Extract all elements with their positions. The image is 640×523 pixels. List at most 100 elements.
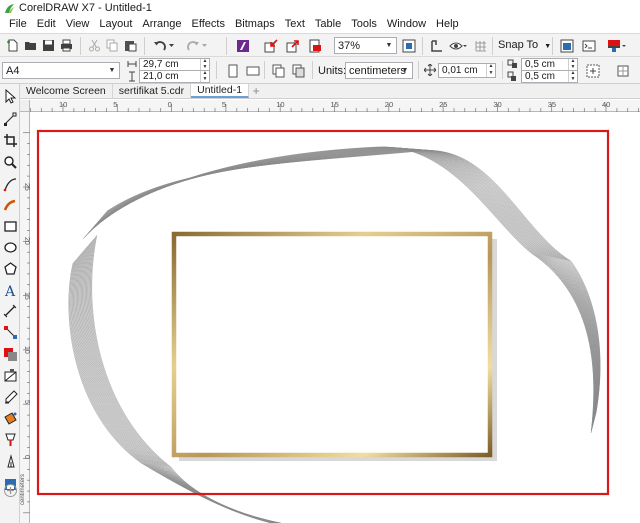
units-label: Units:: [318, 65, 347, 77]
artistic-media-icon[interactable]: [2, 197, 18, 213]
export-icon[interactable]: [284, 37, 301, 54]
duplicate-x-value: 0,5 cm: [525, 59, 556, 70]
pick-tool-icon[interactable]: [2, 88, 18, 104]
undo-icon[interactable]: [152, 37, 176, 54]
transparency-icon[interactable]: [2, 367, 18, 383]
nudge-field[interactable]: 0,01 cm ▲ ▼: [438, 63, 496, 78]
vertical-ruler[interactable]: 2520151050centimeters: [20, 112, 30, 523]
all-pages-icon[interactable]: [270, 62, 287, 79]
drop-shadow-icon[interactable]: [2, 346, 18, 362]
zoom-tool-icon[interactable]: [2, 154, 18, 170]
page-grid-icon[interactable]: [614, 62, 631, 79]
ruler-origin[interactable]: [20, 100, 30, 112]
menu-arrange[interactable]: Arrange: [137, 18, 186, 30]
page-size-value: A4: [6, 64, 20, 77]
property-bar: A4 ▼ 29,7 cm ▲ ▼ 21,0 cm ▲ ▼ Units: centim…: [0, 57, 640, 84]
menu-layout[interactable]: Layout: [94, 18, 137, 30]
nudge-spinner[interactable]: ▲ ▼: [486, 64, 495, 77]
interactive-fill-icon[interactable]: [2, 410, 18, 426]
shape-tool-icon[interactable]: [2, 111, 18, 127]
add-document-icon[interactable]: +: [249, 84, 263, 98]
standard-toolbar: 37% ▼ Snap To ▼: [0, 33, 640, 57]
redo-icon[interactable]: [186, 37, 210, 54]
menu-text[interactable]: Text: [280, 18, 310, 30]
smart-fill-icon[interactable]: [2, 431, 18, 447]
import-icon[interactable]: [262, 37, 279, 54]
connector-tool-icon[interactable]: [2, 324, 18, 340]
page-width-spinner[interactable]: ▲ ▼: [200, 59, 209, 70]
menu-window[interactable]: Window: [382, 18, 431, 30]
zoom-level-combo[interactable]: 37% ▼: [334, 37, 397, 54]
snap-to-label: Snap To: [498, 39, 539, 51]
menu-effects[interactable]: Effects: [187, 18, 230, 30]
units-combo[interactable]: centimeters ▼: [345, 62, 413, 79]
eyedropper-icon[interactable]: [2, 389, 18, 405]
document-tabs: Welcome Screen sertifikat 5.cdr Untitled…: [20, 84, 640, 99]
ellipse-tool-icon[interactable]: [2, 239, 18, 255]
text-tool-icon[interactable]: A: [2, 282, 18, 298]
duplicate-y-field[interactable]: 0,5 cm ▲ ▼: [521, 70, 578, 83]
print-icon[interactable]: [58, 37, 75, 54]
tab-sertifikat-5[interactable]: sertifikat 5.cdr: [113, 84, 192, 98]
landscape-icon[interactable]: [244, 62, 261, 79]
menu-file[interactable]: File: [4, 18, 32, 30]
menu-bitmaps[interactable]: Bitmaps: [230, 18, 280, 30]
page-height-icon: [129, 71, 135, 82]
zoom-level-icon[interactable]: [400, 37, 417, 54]
current-page-icon[interactable]: [290, 62, 307, 79]
duplicate-y-spinner[interactable]: ▲ ▼: [568, 71, 577, 82]
menu-help[interactable]: Help: [431, 18, 464, 30]
menu-table[interactable]: Table: [310, 18, 346, 30]
svg-text:A: A: [4, 284, 16, 298]
certificate-frame[interactable]: [171, 231, 493, 458]
polygon-tool-icon[interactable]: [2, 260, 18, 276]
options-app-icon[interactable]: [580, 37, 597, 54]
menu-view[interactable]: View: [61, 18, 95, 30]
drawing-canvas[interactable]: [31, 113, 640, 523]
cut-icon[interactable]: [86, 37, 103, 54]
coreldraw-logo-icon: [5, 3, 14, 13]
launch-icon[interactable]: [606, 37, 628, 54]
tab-welcome-screen[interactable]: Welcome Screen: [20, 84, 113, 98]
duplicate-x-spinner[interactable]: ▲ ▼: [568, 59, 577, 70]
full-screen-icon[interactable]: [428, 37, 445, 54]
options-icon[interactable]: [558, 37, 575, 54]
ruler-v-ticks: [23, 132, 30, 514]
menu-tools[interactable]: Tools: [346, 18, 382, 30]
page-height-value: 21,0 cm: [143, 71, 179, 82]
window-title: CorelDRAW X7 - Untitled-1: [19, 2, 152, 14]
page-height-field[interactable]: 21,0 cm ▲ ▼: [139, 70, 210, 83]
chevron-down-icon: ▼: [385, 42, 393, 49]
portrait-icon[interactable]: [224, 62, 241, 79]
duplicate-x-icon: [507, 59, 517, 68]
corel-connect-icon[interactable]: [234, 37, 251, 54]
menu-edit[interactable]: Edit: [32, 18, 61, 30]
menu-bar: File Edit View Layout Arrange Effects Bitmaps T…: [0, 16, 640, 32]
page-height-spinner[interactable]: ▲ ▼: [200, 71, 209, 82]
chevron-down-icon: ▼: [401, 67, 409, 74]
artwork: [36, 129, 610, 523]
ruler-h-ticks: [30, 104, 639, 112]
crop-tool-icon[interactable]: [2, 132, 18, 148]
page-width-value: 29,7 cm: [143, 59, 179, 70]
show-grid-icon[interactable]: [472, 37, 489, 54]
outline-pen-icon[interactable]: [2, 453, 18, 469]
open-icon[interactable]: [22, 37, 39, 54]
page-options-icon[interactable]: [584, 62, 601, 79]
show-rulers-icon[interactable]: [448, 37, 468, 54]
paste-icon[interactable]: [122, 37, 139, 54]
add-tool-icon[interactable]: [2, 482, 18, 498]
copy-icon[interactable]: [104, 37, 121, 54]
tab-untitled-1[interactable]: Untitled-1: [191, 84, 250, 98]
save-icon[interactable]: [40, 37, 57, 54]
publish-pdf-icon[interactable]: [306, 37, 323, 54]
snap-to-button[interactable]: Snap To ▼: [498, 39, 551, 51]
rectangle-tool-icon[interactable]: [2, 218, 18, 234]
new-icon[interactable]: [4, 37, 21, 54]
horizontal-ruler[interactable]: 1050510152025303540: [30, 100, 640, 112]
freehand-tool-icon[interactable]: [2, 176, 18, 192]
zoom-level-value: 37%: [338, 39, 361, 52]
parallel-dimension-icon[interactable]: [2, 303, 18, 319]
page-size-combo[interactable]: A4 ▼: [2, 62, 120, 79]
page-width-icon: [127, 61, 137, 67]
